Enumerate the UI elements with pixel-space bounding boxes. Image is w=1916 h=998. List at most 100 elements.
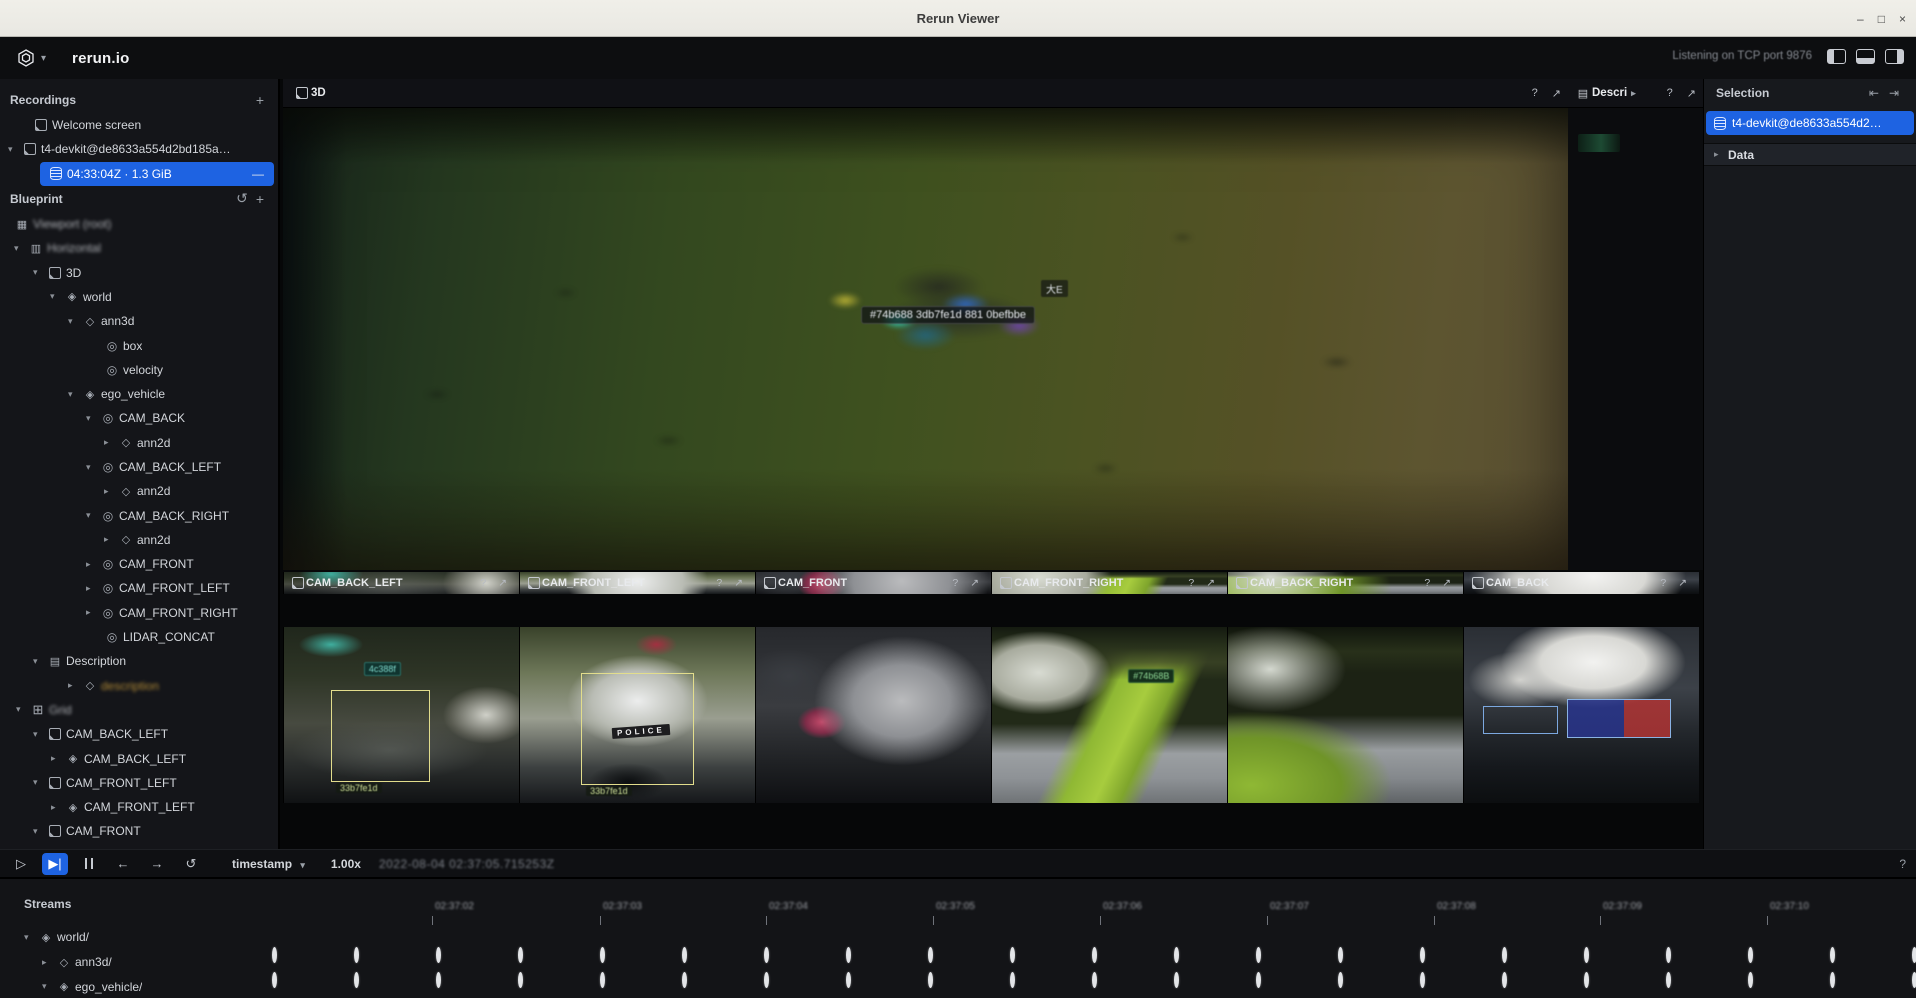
caret-icon[interactable]: ▸	[104, 437, 118, 448]
caret-icon[interactable]: ▸	[104, 534, 118, 545]
camera-image[interactable]	[755, 627, 991, 803]
3d-view-tab[interactable]: 3D ? ↗	[283, 79, 1568, 108]
help-icon[interactable]: ?	[946, 577, 964, 589]
caret-icon[interactable]: ▾	[68, 389, 82, 400]
caret-icon[interactable]: ▾	[42, 981, 56, 992]
close-icon[interactable]: ×	[1899, 12, 1906, 26]
blueprint-tree-item[interactable]: ▾ CAM_FRONT_LEFT	[0, 771, 278, 795]
recording-item[interactable]: Welcome screen	[0, 113, 278, 137]
blueprint-tree-item[interactable]: ▾ Grid	[0, 698, 278, 722]
camera-image[interactable]: 4c388f 33b7fe1d	[283, 627, 519, 803]
maximize-icon[interactable]: □	[1878, 12, 1885, 26]
add-view-button[interactable]: +	[252, 191, 268, 207]
camera-image[interactable]	[1227, 627, 1463, 803]
expand-icon[interactable]: ↗	[492, 577, 513, 589]
playback-speed[interactable]: 1.00x	[331, 857, 361, 871]
help-icon[interactable]: ?	[1654, 577, 1672, 589]
blueprint-tree-item[interactable]: Viewport (root)	[0, 212, 278, 236]
follow-button[interactable]: ▶|	[42, 853, 68, 875]
expand-icon[interactable]: ↗	[1680, 87, 1703, 100]
camera-view-tab[interactable]: CAM_FRONT_LEFT ? ↗	[519, 572, 755, 594]
blueprint-tree-item[interactable]: box	[0, 333, 278, 357]
blueprint-tree-item[interactable]: ▾ CAM_BACK_LEFT	[0, 722, 278, 746]
expand-icon[interactable]: ↗	[1200, 577, 1221, 589]
help-icon[interactable]: ?	[474, 577, 492, 589]
camera-view-tab[interactable]: CAM_BACK_LEFT ? ↗	[283, 572, 519, 594]
blueprint-tree-item[interactable]: ▸ CAM_FRONT_LEFT	[0, 576, 278, 600]
expand-icon[interactable]: ↗	[964, 577, 985, 589]
expand-icon[interactable]: ↗	[1436, 577, 1457, 589]
step-back-button[interactable]: ←	[110, 853, 136, 875]
blueprint-tree-item[interactable]: ▾ CAM_BACK_RIGHT	[0, 503, 278, 527]
blueprint-tree-item[interactable]: ▸ CAM_BACK_LEFT	[0, 746, 278, 770]
blueprint-tree-item[interactable]: ▸ CAM_FRONT_RIGHT	[0, 601, 278, 625]
camera-view-tab[interactable]: CAM_BACK_RIGHT ? ↗	[1227, 572, 1463, 594]
caret-icon[interactable]: ▾	[16, 704, 30, 715]
caret-icon[interactable]: ▾	[50, 291, 64, 302]
help-icon[interactable]: ?	[710, 577, 728, 589]
blueprint-tree-item[interactable]: ▸ ann2d	[0, 479, 278, 503]
loop-button[interactable]: ↺	[178, 853, 204, 875]
blueprint-tree-item[interactable]: ▸ ann2d	[0, 528, 278, 552]
recording-item[interactable]: 04:33:04Z · 1.3 GiB —	[40, 162, 274, 186]
reset-blueprint-icon[interactable]: ↺	[232, 190, 252, 207]
caret-icon[interactable]: ▾	[33, 729, 47, 740]
caret-icon[interactable]: ▸	[86, 559, 100, 570]
3d-viewport[interactable]: 大E #74b688 3db7fe1d 881 0befbbe	[283, 108, 1568, 570]
stream-tree-item[interactable]: ▾ ego_vehicle/	[10, 974, 280, 998]
caret-icon[interactable]: ▾	[86, 510, 100, 521]
toggle-right-panel-icon[interactable]	[1885, 49, 1904, 64]
recording-item[interactable]: ▾ t4-devkit@de8633a554d2bd185a…	[0, 137, 278, 161]
collapse-all-icon[interactable]: ⇤	[1864, 86, 1884, 100]
help-icon[interactable]: ?	[1660, 87, 1680, 99]
camera-image[interactable]: #74b68B	[991, 627, 1227, 803]
minimize-icon[interactable]: –	[1857, 12, 1864, 26]
expand-icon[interactable]: ↗	[728, 577, 749, 589]
description-view-tab[interactable]: Descri ▸ ? ↗	[1568, 79, 1703, 108]
caret-icon[interactable]: ▸	[51, 802, 65, 813]
caret-icon[interactable]: ▾	[86, 462, 100, 473]
blueprint-tree-item[interactable]: ▾ world	[0, 285, 278, 309]
selected-recording-item[interactable]: t4-devkit@de8633a554d2…	[1706, 111, 1914, 135]
expand-all-icon[interactable]: ⇥	[1884, 86, 1904, 100]
caret-icon[interactable]: ▾	[33, 826, 47, 837]
caret-icon[interactable]: ▾	[86, 413, 100, 424]
caret-icon[interactable]: ▸	[68, 680, 82, 691]
blueprint-tree-item[interactable]: ▾ CAM_BACK_LEFT	[0, 455, 278, 479]
caret-icon[interactable]: ▾	[68, 316, 82, 327]
blueprint-tree-item[interactable]: ▾ CAM_BACK	[0, 406, 278, 430]
description-panel-body[interactable]	[1568, 108, 1703, 570]
blueprint-tree-item[interactable]: LIDAR_CONCAT	[0, 625, 278, 649]
toggle-bottom-panel-icon[interactable]	[1856, 49, 1875, 64]
blueprint-tree-item[interactable]: velocity	[0, 358, 278, 382]
camera-view-tab[interactable]: CAM_FRONT ? ↗	[755, 572, 991, 594]
blueprint-tree-item[interactable]: ▸ description	[0, 674, 278, 698]
caret-icon[interactable]: ▾	[14, 243, 28, 254]
blueprint-tree-item[interactable]: ▾ 3D	[0, 260, 278, 284]
stream-tree-item[interactable]: ▾ world/	[10, 925, 280, 950]
blueprint-tree-item[interactable]: ▾ ann3d	[0, 309, 278, 333]
data-section-header[interactable]: ▸ Data	[1704, 143, 1916, 166]
help-icon[interactable]: ?	[1418, 577, 1436, 589]
caret-icon[interactable]: ▸	[104, 486, 118, 497]
caret-icon[interactable]: ▾	[33, 777, 47, 788]
camera-image[interactable]	[1463, 627, 1699, 803]
blueprint-tree-item[interactable]: ▸ ann2d	[0, 431, 278, 455]
toggle-left-panel-icon[interactable]	[1827, 49, 1846, 64]
caret-icon[interactable]: ▸	[86, 583, 100, 594]
caret-icon[interactable]: ▾	[33, 656, 47, 667]
camera-view-tab[interactable]: CAM_BACK ? ↗	[1463, 572, 1699, 594]
add-recording-button[interactable]: +	[252, 92, 268, 108]
blueprint-tree-item[interactable]: ▾ CAM_FRONT	[0, 819, 278, 843]
timeline-selector[interactable]: timestamp ▾	[232, 857, 305, 871]
step-forward-button[interactable]: →	[144, 853, 170, 875]
caret-icon[interactable]: ▾	[8, 144, 22, 155]
blueprint-tree-item[interactable]: ▾ ego_vehicle	[0, 382, 278, 406]
camera-view-tab[interactable]: CAM_FRONT_RIGHT ? ↗	[991, 572, 1227, 594]
caret-icon[interactable]: ▾	[24, 932, 38, 943]
blueprint-tree-item[interactable]: ▸ CAM_FRONT_LEFT	[0, 795, 278, 819]
help-icon[interactable]: ?	[1899, 857, 1906, 871]
caret-icon[interactable]: ▸	[42, 957, 56, 968]
help-icon[interactable]: ?	[1525, 87, 1545, 99]
pause-button[interactable]	[76, 853, 102, 875]
